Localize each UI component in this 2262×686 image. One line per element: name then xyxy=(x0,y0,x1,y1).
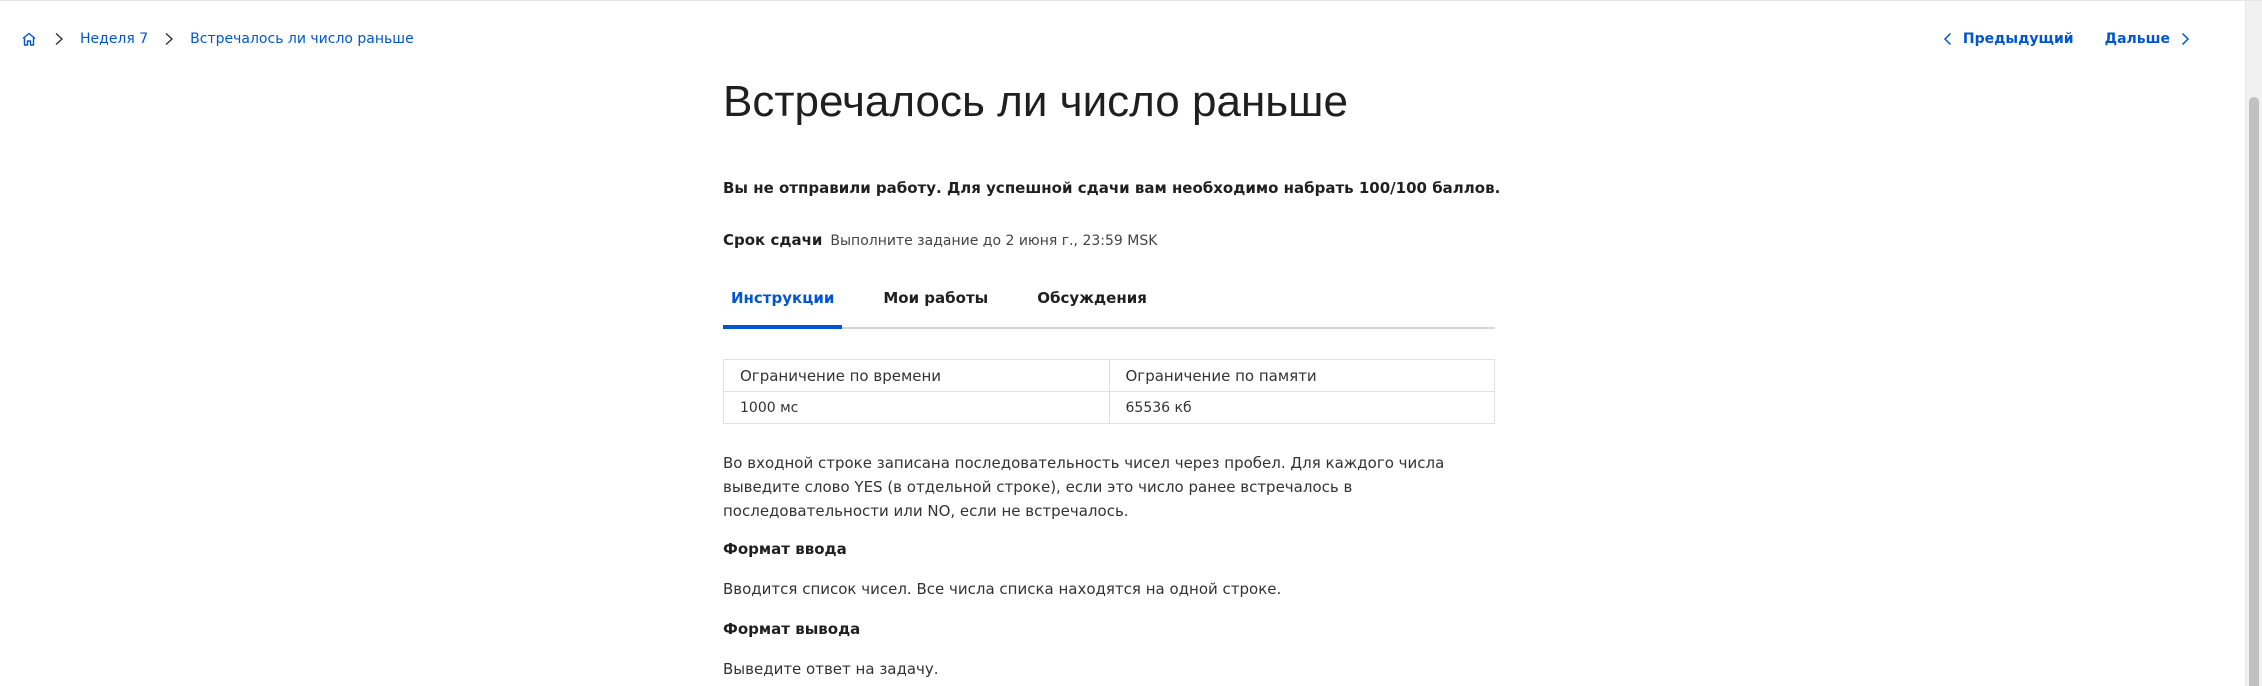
output-format-text: Выведите ответ на задачу. xyxy=(723,660,939,678)
previous-label: Предыдущий xyxy=(1962,31,2074,47)
deadline-label: Срок сдачи xyxy=(723,231,823,249)
chevron-right-icon xyxy=(50,30,68,48)
task-description: Во входной строке записана последователь… xyxy=(723,454,1445,520)
home-icon[interactable] xyxy=(20,30,38,48)
next-label: Дальше xyxy=(2104,31,2170,47)
breadcrumb-item-current[interactable]: Встречалось ли число раньше xyxy=(190,31,414,47)
input-format-heading: Формат ввода xyxy=(723,540,847,558)
table-row: 1000 мс 65536 кб xyxy=(723,391,1495,424)
next-button[interactable]: Дальше xyxy=(2105,31,2192,47)
page: Неделя 7 Встречалось ли число раньше Пре… xyxy=(0,0,2262,686)
page-title: Встречалось ли число раньше xyxy=(723,77,1348,126)
tab-instructions[interactable]: Инструкции xyxy=(723,283,843,329)
tab-discussions[interactable]: Обсуждения xyxy=(1029,283,1155,327)
breadcrumb: Неделя 7 Встречалось ли число раньше xyxy=(20,30,414,48)
pager: Предыдущий Дальше xyxy=(1941,31,2192,47)
table-row: Ограничение по времени Ограничение по па… xyxy=(723,359,1495,392)
previous-button[interactable]: Предыдущий xyxy=(1941,31,2074,47)
top-navigation: Неделя 7 Встречалось ли число раньше Пре… xyxy=(20,27,2192,51)
deadline-value: Выполните задание до 2 июня г., 23:59 MS… xyxy=(830,233,1158,249)
tab-bar: Инструкции Мои работы Обсуждения xyxy=(723,283,1495,329)
time-limit-value: 1000 мс xyxy=(723,391,1110,424)
time-limit-header: Ограничение по времени xyxy=(723,359,1110,392)
output-format-heading: Формат вывода xyxy=(723,620,861,638)
submission-notice: Вы не отправили работу. Для успешной сда… xyxy=(723,179,1501,197)
chevron-right-icon xyxy=(160,30,178,48)
breadcrumb-item-week[interactable]: Неделя 7 xyxy=(80,31,148,47)
chevron-left-icon xyxy=(1941,32,1955,46)
scrollbar-thumb[interactable] xyxy=(2249,97,2259,686)
memory-limit-value: 65536 кб xyxy=(1108,391,1495,424)
input-format-text: Вводится список чисел. Все числа списка … xyxy=(723,580,1282,598)
limits-table: Ограничение по времени Ограничение по па… xyxy=(723,359,1495,424)
scrollbar[interactable] xyxy=(2245,1,2262,686)
memory-limit-header: Ограничение по памяти xyxy=(1108,359,1495,392)
chevron-right-icon xyxy=(2178,32,2192,46)
deadline: Срок сдачи Выполните задание до 2 июня г… xyxy=(723,231,1157,249)
tab-my-submissions[interactable]: Мои работы xyxy=(875,283,996,327)
